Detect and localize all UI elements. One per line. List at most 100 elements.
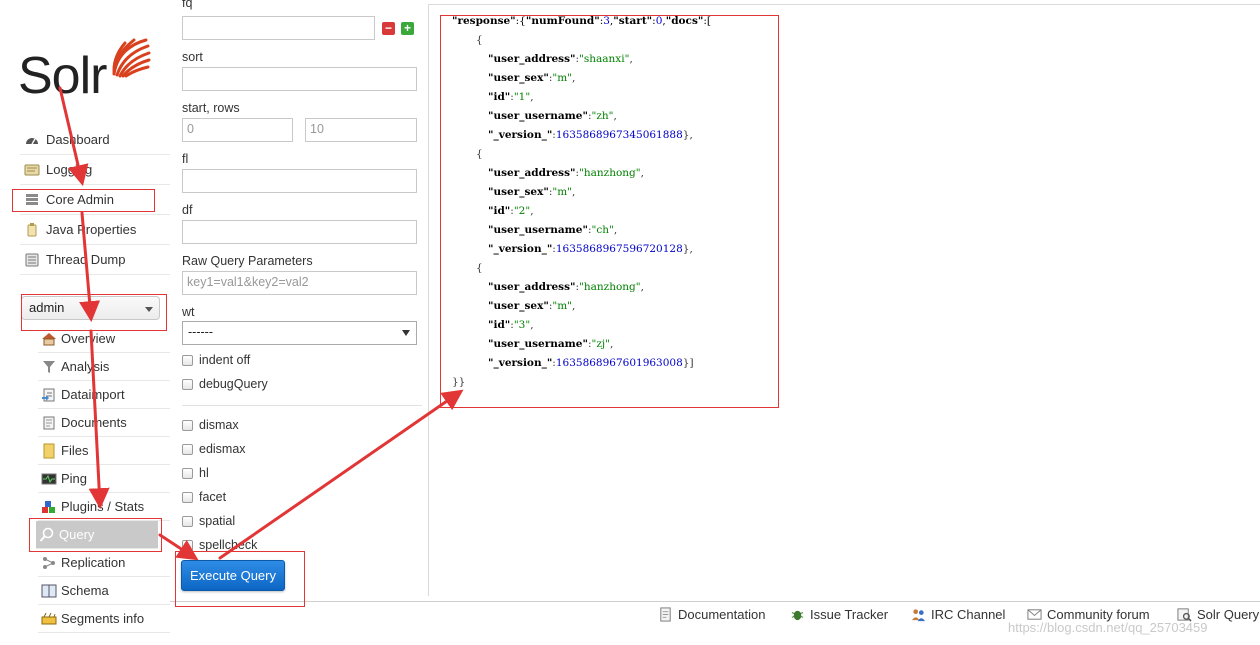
core-menu-ping[interactable]: Ping <box>38 465 170 493</box>
raw-params-label: Raw Query Parameters <box>182 254 313 268</box>
funnel-icon <box>43 360 55 373</box>
watermark: https://blog.csdn.net/qq_25703459 <box>1008 620 1208 635</box>
checkbox-label: hl <box>199 466 209 480</box>
core-menu-analysis[interactable]: Analysis <box>38 353 170 381</box>
edismax-checkbox[interactable]: edismax <box>182 442 246 456</box>
core-menu-dataimport[interactable]: Dataimport <box>38 381 170 409</box>
hl-checkbox[interactable]: hl <box>182 466 209 480</box>
core-menu-documents[interactable]: Documents <box>38 409 170 437</box>
menu-item-logging[interactable]: Logging <box>20 155 170 185</box>
folder-icon <box>43 443 55 458</box>
menu-label: Dashboard <box>46 132 110 147</box>
wt-label: wt <box>182 305 195 319</box>
core-menu-label: Dataimport <box>61 387 125 402</box>
fq-input[interactable] <box>182 16 375 40</box>
annotation-box-execute <box>175 551 305 607</box>
checkbox-label: dismax <box>199 418 239 432</box>
footer-label: IRC Channel <box>931 607 1006 622</box>
start-input[interactable]: 0 <box>182 118 293 142</box>
rows-input[interactable]: 10 <box>305 118 417 142</box>
checkbox-label: facet <box>199 490 227 504</box>
home-icon <box>42 332 56 345</box>
footer-documentation-link[interactable]: Documentation <box>658 607 765 622</box>
core-menu-label: Documents <box>61 415 127 430</box>
footer-issue-tracker-link[interactable]: Issue Tracker <box>790 607 888 622</box>
core-menu-label: Analysis <box>61 359 110 374</box>
dataimport-icon <box>42 388 55 401</box>
checkbox-label: edismax <box>199 442 246 456</box>
wt-select[interactable]: ------ <box>182 321 417 345</box>
thread-dump-icon <box>25 253 39 266</box>
form-divider <box>182 405 422 406</box>
menu-item-java-properties[interactable]: Java Properties <box>20 215 170 245</box>
bug-icon <box>791 610 804 621</box>
core-menu-label: Overview <box>61 331 116 346</box>
annotation-box-response <box>440 15 779 408</box>
java-icon <box>27 222 37 236</box>
menu-label: Java Properties <box>46 222 137 237</box>
df-label: df <box>182 203 193 217</box>
facet-checkbox[interactable]: facet <box>182 490 226 504</box>
core-menu-label: Files <box>61 443 89 458</box>
core-menu-schema[interactable]: Schema <box>38 577 170 605</box>
add-fq-button[interactable]: + <box>401 22 414 35</box>
indent-checkbox[interactable]: indent off <box>182 353 250 367</box>
footer-rule <box>170 601 1260 602</box>
checkbox-label: indent off <box>199 353 251 367</box>
core-menu-label: Segments info <box>61 611 145 626</box>
annotation-box-query <box>29 518 162 552</box>
spatial-checkbox[interactable]: spatial <box>182 514 235 528</box>
core-menu-replication[interactable]: Replication <box>38 549 170 577</box>
menu-item-thread-dump[interactable]: Thread Dump <box>20 245 170 275</box>
spellcheck-checkbox[interactable]: spellcheck <box>182 538 257 552</box>
menu-label: Logging <box>46 162 93 177</box>
debug-query-checkbox[interactable]: debugQuery <box>182 377 268 391</box>
checkbox-box[interactable] <box>182 443 193 455</box>
checkbox-label: debugQuery <box>199 377 268 391</box>
chevron-down-icon <box>402 330 410 336</box>
checkbox-box[interactable] <box>182 378 193 390</box>
dismax-checkbox[interactable]: dismax <box>182 418 239 432</box>
solr-logo-text[interactable]: Solr <box>18 50 107 102</box>
raw-params-input[interactable]: key1=val1&key2=val2 <box>182 271 417 295</box>
checkbox-label: spatial <box>199 514 236 528</box>
schema-icon <box>41 584 57 597</box>
sort-input[interactable] <box>182 67 417 91</box>
checkbox-box[interactable] <box>182 539 193 551</box>
core-menu-label: Plugins / Stats <box>61 499 145 514</box>
checkbox-box[interactable] <box>182 467 193 479</box>
footer-irc-channel-link[interactable]: IRC Channel <box>911 607 1005 622</box>
dashboard-icon <box>26 137 38 144</box>
people-icon <box>911 609 926 622</box>
logging-icon <box>24 164 40 175</box>
core-menu-label: Ping <box>61 471 88 486</box>
sort-label: sort <box>182 50 203 64</box>
wt-select-value: ------ <box>188 325 213 339</box>
documents-icon <box>43 416 55 429</box>
checkbox-label: spellcheck <box>199 538 258 552</box>
fq-label: fq <box>182 0 193 10</box>
fl-input[interactable] <box>182 169 417 193</box>
core-menu-plugins-stats[interactable]: Plugins / Stats <box>38 493 170 521</box>
plugins-icon <box>42 500 55 513</box>
start-rows-label: start, rows <box>182 101 240 115</box>
annotation-box-core-admin <box>12 189 155 212</box>
top-rule <box>428 4 1260 5</box>
footer-label: Issue Tracker <box>810 607 889 622</box>
core-menu-files[interactable]: Files <box>38 437 170 465</box>
panel-divider <box>428 4 429 596</box>
menu-item-dashboard[interactable]: Dashboard <box>20 125 170 155</box>
menu-label: Thread Dump <box>46 252 126 267</box>
checkbox-box[interactable] <box>182 419 193 431</box>
footer-label: Documentation <box>678 607 766 622</box>
checkbox-box[interactable] <box>182 491 193 503</box>
annotation-box-core-selector <box>21 294 167 331</box>
checkbox-box[interactable] <box>182 515 193 527</box>
ping-icon <box>41 473 57 484</box>
segments-icon <box>41 612 57 624</box>
checkbox-box[interactable] <box>182 354 193 366</box>
core-menu-label: Replication <box>61 555 126 570</box>
df-input[interactable] <box>182 220 417 244</box>
core-menu-segments-info[interactable]: Segments info <box>38 605 170 633</box>
remove-fq-button[interactable]: − <box>382 22 395 35</box>
